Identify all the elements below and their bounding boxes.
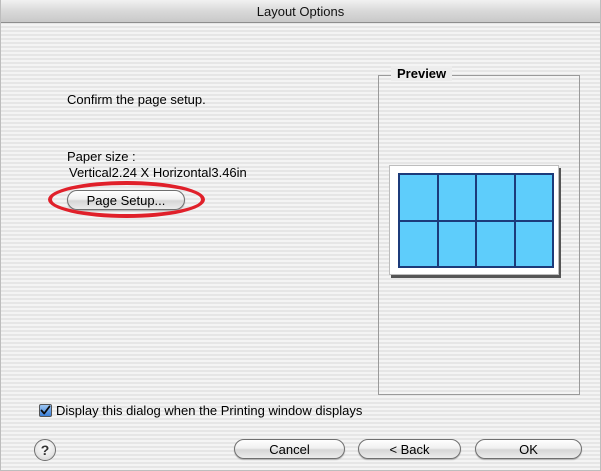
checkmark-icon <box>40 405 51 415</box>
paper-size-value: Vertical2.24 X Horizontal3.46in <box>69 165 247 180</box>
display-dialog-label[interactable]: Display this dialog when the Printing wi… <box>56 403 362 418</box>
back-button[interactable]: < Back <box>358 439 461 459</box>
preview-cell <box>476 220 515 267</box>
preview-cell <box>514 174 553 221</box>
instruction-text: Confirm the page setup. <box>67 92 206 107</box>
preview-legend: Preview <box>391 66 453 81</box>
preview-cell <box>476 174 515 221</box>
question-mark-icon: ? <box>40 442 50 458</box>
page-setup-button[interactable]: Page Setup... <box>67 190 185 210</box>
preview-layout-grid <box>398 173 554 268</box>
paper-size-label: Paper size : <box>67 149 136 164</box>
layout-options-dialog: Layout Options Confirm the page setup. P… <box>0 0 601 471</box>
display-dialog-checkbox[interactable] <box>39 404 52 417</box>
preview-cell <box>437 174 476 221</box>
ok-button[interactable]: OK <box>475 439 582 459</box>
help-button[interactable]: ? <box>34 439 56 461</box>
cancel-button[interactable]: Cancel <box>234 439 345 459</box>
preview-cell <box>399 174 438 221</box>
preview-cell <box>437 220 476 267</box>
window-title: Layout Options <box>256 3 345 19</box>
title-bar[interactable]: Layout Options <box>1 0 600 23</box>
preview-cell <box>514 220 553 267</box>
preview-cell <box>399 220 438 267</box>
